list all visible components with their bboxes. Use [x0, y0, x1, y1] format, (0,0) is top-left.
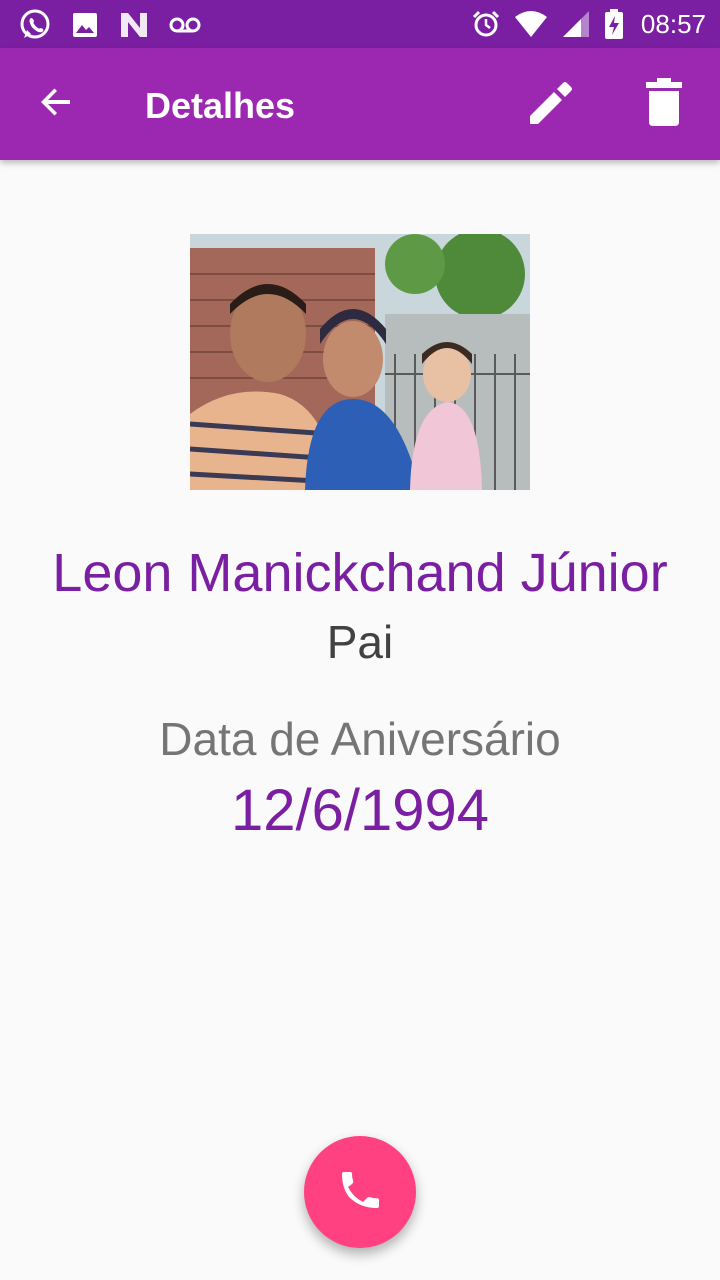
battery-charging-icon	[603, 8, 625, 40]
page-title: Detalhes	[145, 85, 296, 126]
image-icon	[70, 10, 100, 40]
wifi-icon	[513, 9, 549, 39]
birthday-value: 12/6/1994	[230, 778, 490, 843]
edit-button[interactable]	[520, 72, 584, 136]
birthday-label: Data de Aniversário	[159, 713, 561, 765]
contact-photo	[190, 234, 530, 490]
voicemail-icon	[168, 10, 202, 40]
alarm-icon	[471, 9, 501, 39]
n-logo-icon	[118, 10, 150, 40]
arrow-back-icon	[38, 84, 74, 125]
status-time: 08:57	[640, 9, 706, 39]
status-bar-notifications	[18, 8, 202, 42]
contact-relation: Pai	[326, 616, 394, 668]
contact-name: Leon Manickchand Júnior	[52, 543, 668, 603]
signal-icon	[561, 9, 591, 39]
call-button[interactable]	[304, 1136, 416, 1248]
trash-icon	[644, 77, 684, 132]
status-bar-system: 08:57	[471, 6, 706, 42]
back-button[interactable]	[28, 76, 84, 132]
app-bar: Detalhes	[0, 48, 720, 160]
phone-icon	[340, 1170, 380, 1215]
pencil-icon	[526, 76, 578, 133]
whatsapp-icon	[18, 8, 52, 42]
status-bar: 08:57	[0, 0, 720, 48]
delete-button[interactable]	[632, 72, 696, 136]
